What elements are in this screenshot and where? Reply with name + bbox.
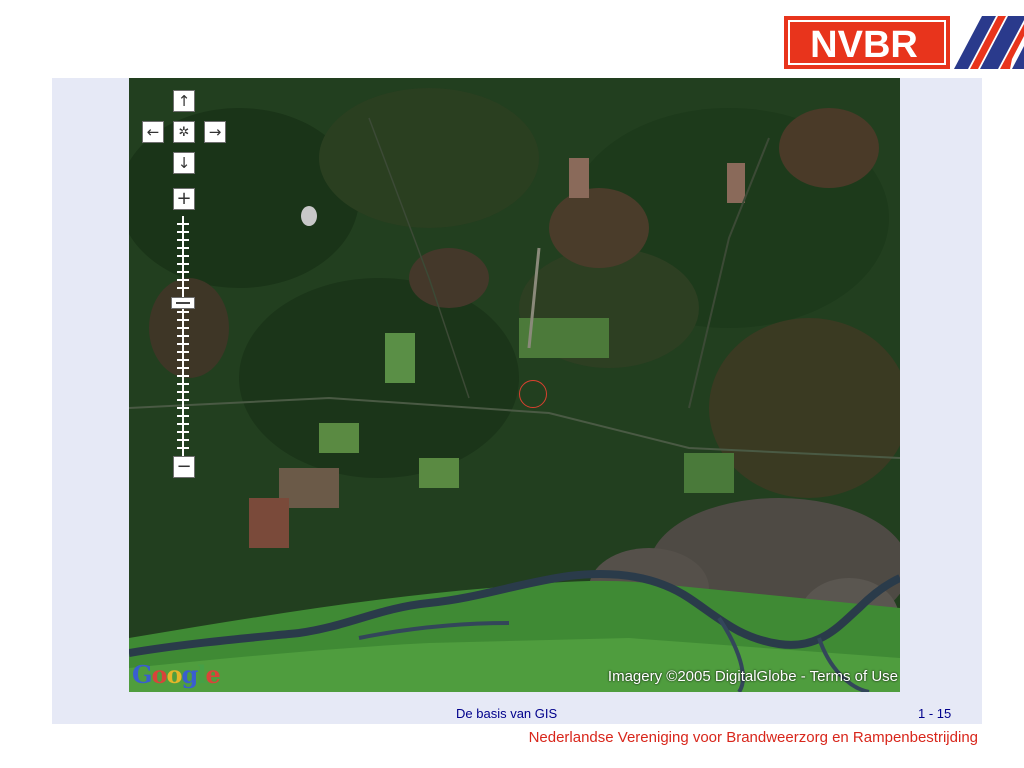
google-logo-letter: o (166, 660, 183, 689)
google-logo-letter: G (132, 660, 152, 689)
pan-up-button[interactable]: ↑ (173, 90, 195, 112)
logo-text: NVBR (810, 24, 918, 66)
footer-presentation-title: De basis van GIS (456, 706, 558, 721)
zoom-slider-track[interactable] (176, 216, 190, 466)
google-logo-letter: o (151, 660, 168, 689)
satellite-imagery (129, 78, 900, 692)
pan-right-button[interactable]: → (204, 121, 226, 143)
satellite-map[interactable]: ↑ ← ✲ → ↓ + − Google Imagery ©2005 Digit… (129, 78, 900, 692)
google-logo: Google (132, 660, 221, 689)
zoom-in-button[interactable]: + (173, 188, 195, 210)
zoom-slider-handle[interactable] (171, 297, 195, 309)
footer-page-number: 1 - 15 (918, 706, 952, 721)
footer-organization-name: Nederlandse Vereniging voor Brandweerzor… (528, 729, 978, 746)
pan-left-button[interactable]: ← (142, 121, 164, 143)
google-logo-letter: e (205, 660, 220, 689)
map-copyright: Imagery ©2005 DigitalGlobe - Terms of Us… (608, 668, 898, 685)
terms-of-use-link[interactable]: Terms of Use (810, 668, 898, 685)
nvbr-logo: NVBR (784, 16, 1024, 69)
credit-separator: - (796, 668, 810, 685)
imagery-credit: Imagery ©2005 DigitalGlobe (607, 668, 797, 685)
location-marker-circle (519, 380, 547, 408)
pan-center-button[interactable]: ✲ (173, 121, 195, 143)
google-logo-letter: g (181, 660, 199, 689)
zoom-out-button[interactable]: − (173, 456, 195, 478)
pan-down-button[interactable]: ↓ (173, 152, 195, 174)
